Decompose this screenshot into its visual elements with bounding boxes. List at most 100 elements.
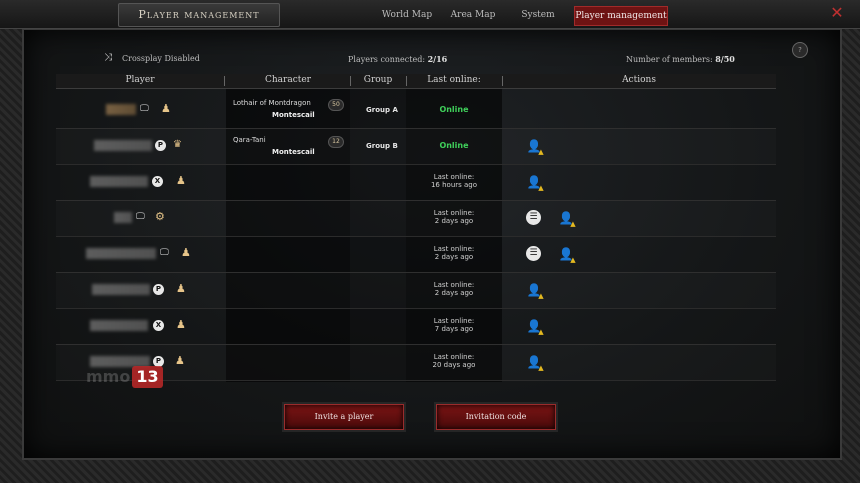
kick-member-icon[interactable]: 👤 ▲ xyxy=(526,138,544,156)
member-count: Number of members: 8/50 xyxy=(626,54,735,64)
manage-member-icon[interactable]: ☰ xyxy=(526,210,541,225)
crown-leader-icon: ♛ xyxy=(173,139,182,150)
tab-system[interactable]: System xyxy=(518,6,558,24)
last-online-info: Last online: 2 days ago xyxy=(404,245,504,261)
last-online-label: Last online: xyxy=(433,173,475,181)
last-online-value: 20 days ago xyxy=(432,361,476,369)
players-connected: Players connected: 2/16 xyxy=(348,54,447,64)
column-header-character[interactable]: Character xyxy=(226,75,350,85)
character-name: Qara-Tani xyxy=(233,136,266,144)
pc-platform-icon: 🖵 xyxy=(140,104,149,114)
window-title: Player management xyxy=(118,3,280,27)
help-icon[interactable]: ? xyxy=(792,42,808,58)
table-row[interactable]: 🖵 ♟ Lothair of Montdragon Montescail 50 … xyxy=(56,92,776,129)
crossplay-status: Crossplay Disabled xyxy=(122,54,200,63)
kick-member-icon[interactable]: 👤 ▲ xyxy=(526,318,544,336)
last-online-info: Last online: 7 days ago xyxy=(404,317,504,333)
last-online-value: 2 days ago xyxy=(434,217,474,225)
table-header: Player Character Group Last online: Acti… xyxy=(56,74,776,89)
tab-area-map[interactable]: Area Map xyxy=(448,6,498,24)
warning-icon: ▲ xyxy=(538,184,544,192)
watermark-logo: mmo 13 xyxy=(86,366,163,388)
xbox-platform-icon: X xyxy=(153,320,164,331)
crossplay-value: Disabled xyxy=(164,54,200,63)
last-online-label: Last online: xyxy=(433,209,475,217)
pc-platform-icon: 🖵 xyxy=(160,248,169,258)
officer-role-icon: ⚙ xyxy=(155,210,165,223)
invite-player-button[interactable]: Invite a player xyxy=(284,404,404,430)
last-online-value: 2 days ago xyxy=(434,253,474,261)
online-status: Online xyxy=(439,105,469,114)
player-name-blurred xyxy=(86,248,156,259)
online-status: Online xyxy=(439,141,469,150)
warning-icon: ▲ xyxy=(538,292,544,300)
members-table: Player Character Group Last online: Acti… xyxy=(56,74,776,382)
level-badge: 50 xyxy=(328,99,344,111)
member-role-icon: ♟ xyxy=(181,246,191,259)
last-online-label: Last online: xyxy=(433,353,475,361)
crossplay-icon: ⤨ xyxy=(104,52,112,63)
table-row[interactable]: 🖵 ♟ Last online: 2 days ago ☰ 👤 ▲ xyxy=(56,236,776,273)
xbox-platform-icon: X xyxy=(152,176,163,187)
last-online-value: 2 days ago xyxy=(434,289,474,297)
player-name-blurred xyxy=(90,320,148,331)
player-name-blurred xyxy=(94,140,152,151)
watermark-number: 13 xyxy=(132,366,163,388)
column-header-group[interactable]: Group xyxy=(350,75,406,85)
member-role-icon: ♟ xyxy=(176,282,186,295)
last-online-info: Last online: 2 days ago xyxy=(404,281,504,297)
kick-member-icon[interactable]: 👤 ▲ xyxy=(558,210,576,228)
table-row[interactable]: P ♛ Qara-Tani Montescail 12 Group B Onli… xyxy=(56,128,776,165)
level-badge: 12 xyxy=(328,136,344,148)
player-name-blurred xyxy=(90,176,148,187)
warning-icon: ▲ xyxy=(570,256,576,264)
member-role-icon: ♟ xyxy=(176,174,186,187)
warning-icon: ▲ xyxy=(570,220,576,228)
character-location: Montescail xyxy=(272,111,315,119)
last-online-info: Last online: 20 days ago xyxy=(404,353,504,369)
column-header-player[interactable]: Player xyxy=(56,75,224,85)
table-row[interactable]: X ♟ Last online: 16 hours ago 👤 ▲ xyxy=(56,164,776,201)
player-name-blurred xyxy=(106,104,136,115)
warning-icon: ▲ xyxy=(538,328,544,336)
playstation-platform-icon: P xyxy=(153,284,164,295)
pc-platform-icon: 🖵 xyxy=(136,212,145,222)
last-online-info: Last online: 2 days ago xyxy=(404,209,504,225)
column-divider xyxy=(224,76,225,86)
last-online-info: Last online: 16 hours ago xyxy=(404,173,504,189)
group-label: Group A xyxy=(366,106,398,114)
table-row[interactable]: P ♟ Last online: 20 days ago 👤 ▲ xyxy=(56,344,776,381)
character-name: Lothair of Montdragon xyxy=(233,99,311,107)
top-bar: Player management World Map Area Map Sys… xyxy=(0,0,860,29)
warning-icon: ▲ xyxy=(538,148,544,156)
table-row[interactable]: P ♟ Last online: 2 days ago 👤 ▲ xyxy=(56,272,776,309)
last-online-label: Last online: xyxy=(433,281,475,289)
tab-world-map[interactable]: World Map xyxy=(380,6,434,24)
kick-member-icon[interactable]: 👤 ▲ xyxy=(526,174,544,192)
member-count-label: Number of members: xyxy=(626,55,713,64)
crossplay-label: Crossplay xyxy=(122,54,162,63)
last-online-value: 16 hours ago xyxy=(430,181,478,189)
kick-member-icon[interactable]: 👤 ▲ xyxy=(558,246,576,264)
players-connected-value: 2/16 xyxy=(427,54,448,64)
kick-member-icon[interactable]: 👤 ▲ xyxy=(526,354,544,372)
close-icon[interactable]: ✕ xyxy=(828,4,846,22)
invitation-code-button[interactable]: Invitation code xyxy=(436,404,556,430)
member-role-icon: ♟ xyxy=(176,318,186,331)
warning-icon: ▲ xyxy=(538,364,544,372)
player-name-blurred xyxy=(92,284,150,295)
tab-player-management[interactable]: Player management xyxy=(574,6,668,26)
watermark-text: mmo xyxy=(86,367,131,386)
member-role-icon: ♟ xyxy=(161,102,171,115)
last-online-value: 7 days ago xyxy=(434,325,474,333)
group-label: Group B xyxy=(366,142,398,150)
column-header-last-online[interactable]: Last online: xyxy=(406,75,502,85)
manage-member-icon[interactable]: ☰ xyxy=(526,246,541,261)
kick-member-icon[interactable]: 👤 ▲ xyxy=(526,282,544,300)
table-row[interactable]: X ♟ Last online: 7 days ago 👤 ▲ xyxy=(56,308,776,345)
last-online-label: Last online: xyxy=(433,245,475,253)
column-header-actions: Actions xyxy=(622,75,656,85)
playstation-platform-icon: P xyxy=(155,140,166,151)
table-row[interactable]: 🖵 ⚙ Last online: 2 days ago ☰ 👤 ▲ xyxy=(56,200,776,237)
character-location: Montescail xyxy=(272,148,315,156)
